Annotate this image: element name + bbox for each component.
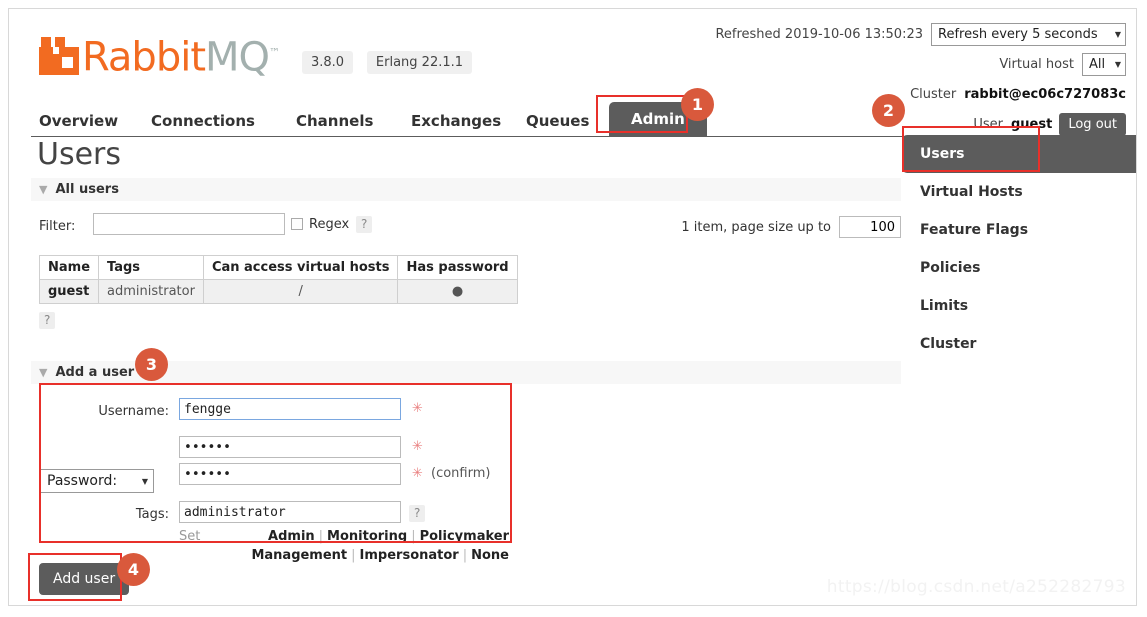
nav-item-connections[interactable]: Connections (151, 112, 255, 130)
refreshed-timestamp: Refreshed 2019-10-06 13:50:23 (715, 27, 923, 42)
nav-item-overview[interactable]: Overview (39, 112, 118, 130)
confirm-hint-label: (confirm) (431, 466, 490, 481)
logo-text-rabbit: Rabbit (82, 34, 205, 80)
version-badges: 3.8.0 Erlang 22.1.1 (292, 57, 472, 80)
tag-shortcut-links: Set Admin | Monitoring | Policymaker Managem… (179, 529, 509, 563)
rabbitmq-logo-icon (39, 37, 79, 75)
tag-separator: | (411, 529, 415, 544)
page-title: Users (37, 137, 901, 172)
chevron-down-icon: ▼ (1115, 60, 1121, 69)
paging-controls: 1 item, page size up to (681, 216, 901, 238)
collapse-triangle-icon: ▼ (39, 183, 47, 196)
vhost-row: Virtual host All ▼ (715, 53, 1126, 76)
sidebar-item-virtual-hosts[interactable]: Virtual Hosts (902, 173, 1137, 211)
table-header-row: Name Tags Can access virtual hosts Has p… (40, 256, 518, 280)
cell-has-password: ● (398, 280, 517, 304)
logo-trademark-icon: ™ (269, 46, 279, 59)
tag-links-row-2: Management | Impersonator | None (179, 548, 509, 563)
admin-sidebar: Users Virtual Hosts Feature Flags Polici… (902, 135, 1137, 363)
paging-text: 1 item, page size up to (681, 220, 831, 235)
tag-links-row-1: Admin | Monitoring | Policymaker (179, 529, 509, 544)
tag-separator: | (351, 548, 355, 563)
page-size-input[interactable] (839, 216, 901, 238)
username-required-icon: ✳ (412, 401, 423, 416)
cell-user-name[interactable]: guest (40, 280, 99, 304)
nav-item-admin[interactable]: Admin (609, 102, 707, 136)
all-users-section-header[interactable]: ▼ All users (31, 178, 901, 201)
vhost-select-value: All (1089, 57, 1105, 72)
add-user-button[interactable]: Add user (39, 563, 129, 595)
tag-link-management[interactable]: Management (251, 548, 347, 563)
main-content: Users ▼ All users Filter: Regex ? 1 item… (31, 137, 901, 523)
logo-text-mq: MQ (205, 34, 269, 80)
password-required-icon: ✳ (412, 439, 423, 454)
regex-help-icon[interactable]: ? (356, 216, 372, 233)
collapse-triangle-icon: ▼ (39, 366, 47, 379)
add-user-section-label: Add a user (55, 365, 134, 380)
add-user-section: ▼ Add a user Username: ✳ Password: ▼ ✳ ✳… (31, 361, 901, 523)
nav-item-exchanges[interactable]: Exchanges (411, 112, 501, 130)
column-header-has-password[interactable]: Has password (398, 256, 517, 280)
users-table-help-icon[interactable]: ? (39, 312, 55, 329)
rabbitmq-logo[interactable]: RabbitMQ™ (39, 31, 279, 75)
logo-wordmark: RabbitMQ™ (82, 33, 279, 77)
sidebar-item-users[interactable]: Users (902, 135, 1137, 173)
column-header-vhosts[interactable]: Can access virtual hosts (203, 256, 398, 280)
add-user-form: Username: ✳ Password: ▼ ✳ ✳ (confirm) Ta… (39, 398, 504, 523)
username-label: Username: (39, 404, 169, 419)
set-label: Set (179, 529, 200, 544)
cell-user-tags: administrator (99, 280, 204, 304)
version-badge: 3.8.0 (302, 51, 353, 74)
watermark-text: https://blog.csdn.net/a252282793 (827, 577, 1126, 597)
add-user-section-header[interactable]: ▼ Add a user (31, 361, 901, 384)
filter-row: Filter: Regex ? 1 item, page size up to (31, 211, 901, 251)
tags-help-icon[interactable]: ? (409, 505, 425, 522)
password-confirm-required-icon: ✳ (412, 466, 423, 481)
chevron-down-icon: ▼ (1115, 30, 1121, 39)
column-header-tags[interactable]: Tags (99, 256, 204, 280)
nav-item-channels[interactable]: Channels (296, 112, 373, 130)
main-navigation: Overview Connections Channels Exchanges … (31, 97, 1116, 137)
credential-type-select[interactable]: Password: ▼ (39, 469, 154, 493)
regex-label: Regex (309, 217, 349, 232)
filter-label: Filter: (39, 219, 75, 234)
username-input[interactable] (179, 398, 401, 420)
regex-checkbox[interactable] (291, 218, 303, 230)
vhost-select[interactable]: All ▼ (1082, 53, 1126, 76)
tag-link-policymaker[interactable]: Policymaker (420, 529, 509, 544)
sidebar-item-cluster[interactable]: Cluster (902, 325, 1137, 363)
credential-type-value: Password: (47, 473, 117, 489)
all-users-section-label: All users (55, 182, 118, 197)
tags-label: Tags: (39, 507, 169, 522)
refresh-row: Refreshed 2019-10-06 13:50:23 Refresh ev… (715, 23, 1126, 46)
erlang-version-badge: Erlang 22.1.1 (367, 51, 472, 74)
tag-link-admin[interactable]: Admin (268, 529, 315, 544)
sidebar-item-feature-flags[interactable]: Feature Flags (902, 211, 1137, 249)
tag-separator: | (319, 529, 323, 544)
password-input[interactable] (179, 436, 401, 458)
refresh-interval-value: Refresh every 5 seconds (938, 27, 1098, 42)
cell-user-vhosts: / (203, 280, 398, 304)
tag-link-none[interactable]: None (471, 548, 509, 563)
tag-link-impersonator[interactable]: Impersonator (360, 548, 459, 563)
filter-input[interactable] (93, 213, 285, 235)
sidebar-item-policies[interactable]: Policies (902, 249, 1137, 287)
password-confirm-input[interactable] (179, 463, 401, 485)
tag-separator: | (463, 548, 467, 563)
nav-item-queues[interactable]: Queues (526, 112, 589, 130)
sidebar-item-limits[interactable]: Limits (902, 287, 1137, 325)
tags-input[interactable] (179, 501, 401, 523)
table-row[interactable]: guest administrator / ● (40, 280, 518, 304)
chevron-down-icon: ▼ (142, 477, 148, 486)
page-frame: RabbitMQ™ 3.8.0 Erlang 22.1.1 Refreshed … (8, 8, 1137, 606)
column-header-name[interactable]: Name (40, 256, 99, 280)
users-table: Name Tags Can access virtual hosts Has p… (39, 255, 518, 304)
refresh-interval-select[interactable]: Refresh every 5 seconds ▼ (931, 23, 1126, 46)
tag-link-monitoring[interactable]: Monitoring (327, 529, 407, 544)
vhost-label: Virtual host (999, 57, 1074, 72)
